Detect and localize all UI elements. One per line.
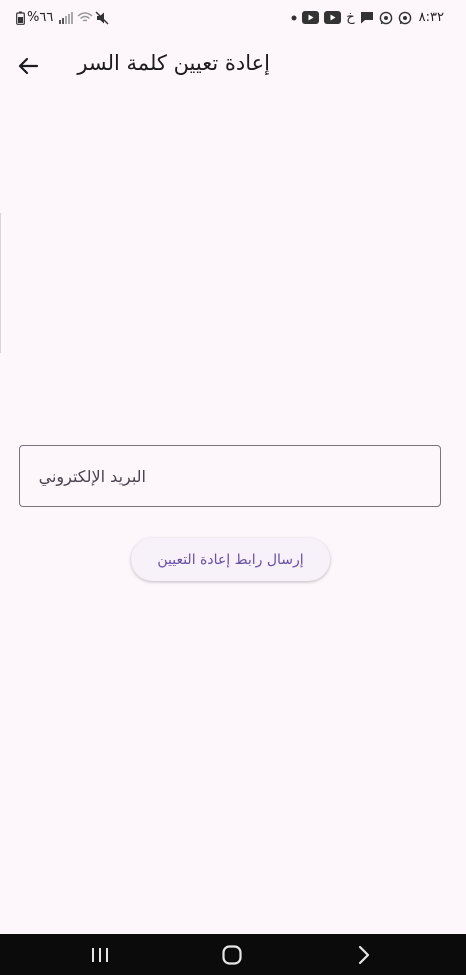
battery-percentage: %٦٦ bbox=[27, 10, 54, 25]
email-field[interactable] bbox=[19, 445, 441, 507]
status-bar-right: خ ٨:٣٢ bbox=[291, 10, 444, 25]
wifi-icon bbox=[77, 11, 93, 24]
status-bar: %٦٦ خ ٨:٣٢ bbox=[0, 0, 466, 38]
battery-icon bbox=[16, 11, 25, 25]
mute-icon bbox=[95, 11, 109, 25]
system-back-button[interactable] bbox=[344, 942, 384, 968]
recents-button[interactable] bbox=[80, 942, 120, 968]
whatsapp-icon bbox=[398, 11, 412, 25]
youtube-icon bbox=[324, 11, 342, 24]
message-icon bbox=[360, 11, 374, 24]
status-time: ٨:٣٢ bbox=[418, 10, 444, 25]
edge-divider bbox=[0, 213, 1, 353]
page-title: إعادة تعيين كلمة السر bbox=[77, 51, 270, 75]
send-reset-link-button[interactable]: إرسال رابط إعادة التعيين bbox=[131, 538, 330, 581]
carrier-letter: خ bbox=[346, 10, 355, 25]
status-bar-left: %٦٦ bbox=[16, 10, 109, 25]
arrow-back-icon bbox=[17, 55, 39, 77]
home-button[interactable] bbox=[212, 942, 252, 968]
email-input[interactable] bbox=[20, 446, 440, 506]
youtube-icon bbox=[302, 11, 320, 24]
dot-icon bbox=[291, 15, 297, 21]
navigation-bar bbox=[0, 934, 466, 975]
recents-icon bbox=[89, 946, 111, 964]
home-icon bbox=[221, 944, 243, 966]
signal-icon bbox=[59, 11, 75, 24]
app-bar: إعادة تعيين كلمة السر bbox=[0, 38, 466, 94]
back-button[interactable] bbox=[10, 48, 46, 84]
back-icon bbox=[356, 945, 372, 965]
whatsapp-icon bbox=[379, 11, 393, 25]
